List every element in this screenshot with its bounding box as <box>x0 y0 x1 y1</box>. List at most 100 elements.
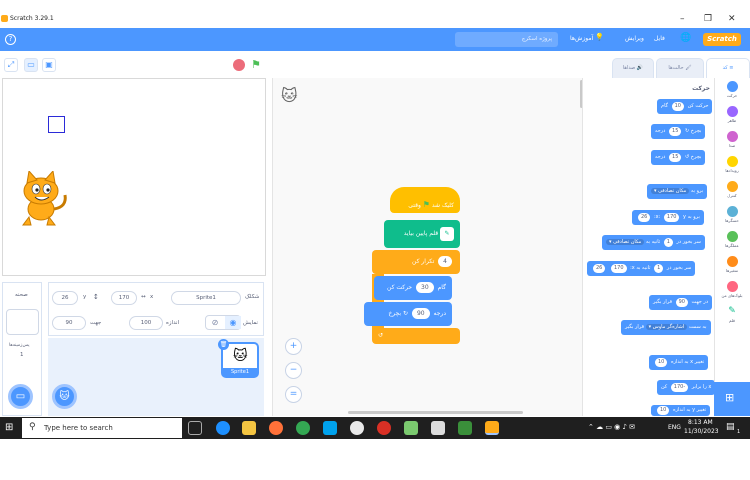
palette-go-to-block[interactable]: برو به مکان تصادفی ▾ <box>647 184 708 199</box>
stage-thumbnail[interactable] <box>6 309 39 335</box>
turn-degrees-input[interactable]: 90 <box>411 308 430 319</box>
pb6-secs[interactable]: 1 <box>654 264 664 273</box>
file-explorer-icon[interactable] <box>242 421 256 435</box>
tab-code[interactable]: کد ≡ <box>706 58 750 78</box>
chrome-icon[interactable] <box>296 421 310 435</box>
direction-input[interactable]: 90 <box>52 316 86 330</box>
cat-sprite[interactable] <box>11 171 73 229</box>
category-sensing[interactable]: حسگرها <box>718 206 746 223</box>
delete-sprite-icon[interactable]: 🗑 <box>218 339 229 350</box>
add-extension-button[interactable]: ⊞ <box>714 382 750 416</box>
maximize-button[interactable]: ❐ <box>704 14 712 24</box>
task-view-icon[interactable] <box>188 421 202 435</box>
menu-file[interactable]: فایل <box>654 35 665 42</box>
notification-icon[interactable]: ▤ <box>726 422 735 432</box>
close-button[interactable]: ✕ <box>728 14 736 24</box>
store-icon[interactable] <box>323 421 337 435</box>
palette-go-to-xy-block[interactable]: برو به x: 170 y: 26 <box>632 210 704 225</box>
move-steps-block[interactable]: گام 30 حرکت کن <box>374 276 452 300</box>
pb4-y[interactable]: 26 <box>638 213 651 222</box>
app-icon-2[interactable] <box>377 421 391 435</box>
camera-icon[interactable] <box>431 421 445 435</box>
horizontal-scrollbar[interactable] <box>348 411 523 414</box>
app-icon-1[interactable] <box>350 421 364 435</box>
pb10-value[interactable]: -170 <box>670 383 689 392</box>
palette-point-towards-block[interactable]: به سمت اشاره‌گر ماوس ▾ قرار بگیر <box>621 320 711 335</box>
menu-edit[interactable]: ویرایش <box>625 35 644 42</box>
pb1-value[interactable]: 15 <box>669 127 682 136</box>
language-indicator[interactable]: ENG <box>668 424 681 431</box>
pb9-value[interactable]: 10 <box>655 358 668 367</box>
pb11-value[interactable]: 10 <box>657 406 670 415</box>
pb3-dropdown[interactable]: مکان تصادفی ▾ <box>651 188 690 194</box>
small-stage-button[interactable]: ▭ <box>24 58 38 72</box>
pb6-x[interactable]: 170 <box>610 264 627 273</box>
show-eye-icon[interactable]: ◉ <box>225 316 241 329</box>
taskbar-time[interactable]: 8:13 AM <box>688 419 713 426</box>
taskbar-date[interactable]: 11/30/2023 <box>684 428 719 435</box>
pb7-value[interactable]: 90 <box>675 298 688 307</box>
stop-icon[interactable] <box>233 59 245 71</box>
fullscreen-button[interactable]: ⤢ <box>4 58 18 72</box>
category-my-blocks[interactable]: بلوک‌های من <box>718 281 746 298</box>
stage-canvas[interactable] <box>2 78 266 276</box>
zoom-reset-button[interactable]: = <box>285 386 302 403</box>
scratch-logo[interactable]: Scratch <box>703 33 741 46</box>
category-looks[interactable]: ظاهر <box>718 106 746 123</box>
help-icon[interactable]: ? <box>5 34 16 45</box>
tab-sounds[interactable]: صداها 🔊 <box>612 58 654 78</box>
tab-costumes[interactable]: حالت‌ها 🖌 <box>656 58 704 78</box>
category-pen[interactable]: ✎ قلم <box>718 306 746 323</box>
category-motion[interactable]: حرکت <box>718 81 746 98</box>
category-sound[interactable]: صدا <box>718 131 746 148</box>
pb2-value[interactable]: 15 <box>669 153 682 162</box>
app-icon-3[interactable] <box>404 421 418 435</box>
palette-turn-left-block[interactable]: بچرخ ↺ 15 درجه <box>651 150 706 165</box>
choose-backdrop-button[interactable]: ▭ <box>8 384 33 409</box>
large-stage-button[interactable]: ▣ <box>42 58 56 72</box>
choose-sprite-button[interactable]: 🐱 <box>52 384 77 409</box>
sprite-tile-sprite1[interactable]: 🗑 🐱 Sprite1 <box>218 339 259 378</box>
repeat-block[interactable]: تکرار کن 4 <box>372 250 460 274</box>
palette-turn-right-block[interactable]: بچرخ ↻ 15 درجه <box>651 124 706 139</box>
globe-icon[interactable]: 🌐 <box>680 33 691 43</box>
palette-point-direction-block[interactable]: در جهت 90 قرار بگیر <box>649 295 713 310</box>
scratch-taskbar-icon[interactable] <box>485 421 499 435</box>
x-input[interactable]: 170 <box>111 291 137 305</box>
pb0-value[interactable]: 10 <box>671 102 684 111</box>
sprite-name-input[interactable]: Sprite1 <box>171 291 241 305</box>
pb5-secs[interactable]: 1 <box>663 238 673 247</box>
pb4-x[interactable]: 170 <box>663 213 680 222</box>
turn-degrees-block[interactable]: درجه 90 ↻ بچرخ <box>364 302 452 326</box>
edge-icon[interactable] <box>216 421 230 435</box>
palette-glide-block[interactable]: سر بخور در 1 ثانیه به مکان تصادفی ▾ <box>602 235 705 250</box>
pb5-dropdown[interactable]: مکان تصادفی ▾ <box>606 239 645 245</box>
hide-eye-icon[interactable]: ⊘ <box>207 316 223 329</box>
size-input[interactable]: 100 <box>129 316 163 330</box>
firefox-icon[interactable] <box>269 421 283 435</box>
windows-start-icon[interactable]: ⊞ <box>5 422 13 433</box>
pb6-y[interactable]: 26 <box>593 264 606 273</box>
y-input[interactable]: 26 <box>52 291 78 305</box>
green-flag-icon[interactable]: ⚑ <box>251 58 261 71</box>
category-control[interactable]: کنترل <box>718 181 746 198</box>
category-operators[interactable]: عملگرها <box>718 231 746 248</box>
zoom-out-button[interactable]: − <box>285 362 302 379</box>
repeat-count-input[interactable]: 4 <box>438 256 452 267</box>
palette-glide-xy-block[interactable]: سر بخور در 1 ثانیه به x: 170 26 <box>587 261 696 276</box>
minimize-button[interactable]: – <box>680 14 685 24</box>
project-name-input[interactable]: پروژه اسکرچ <box>455 32 558 47</box>
taskbar-search-box[interactable]: ⚲ Type here to search <box>22 418 182 438</box>
palette-move-block[interactable]: حرکت کن 10 گام <box>657 99 713 114</box>
category-events[interactable]: رویدادها <box>718 156 746 173</box>
when-flag-clicked-block[interactable]: کلیک شد ⚑ وقتی <box>390 187 460 213</box>
palette-set-x-block[interactable]: x را برابر -170 کن <box>657 380 716 395</box>
palette-change-x-block[interactable]: تغییر x به اندازه 10 <box>649 355 709 370</box>
system-tray-icons[interactable]: ⌃ ☁ ▭ ◉ ♪ ✉ <box>588 423 635 431</box>
menu-tutorials[interactable]: آموزش‌ها <box>570 35 593 42</box>
pb8-dropdown[interactable]: اشاره‌گر ماوس ▾ <box>645 324 688 330</box>
app-icon-4[interactable] <box>458 421 472 435</box>
palette-change-y-block[interactable]: تغییر y به اندازه 10 <box>651 405 711 416</box>
zoom-in-button[interactable]: + <box>285 338 302 355</box>
pen-down-block[interactable]: قلم پایین بیاید ✎ <box>384 220 460 248</box>
